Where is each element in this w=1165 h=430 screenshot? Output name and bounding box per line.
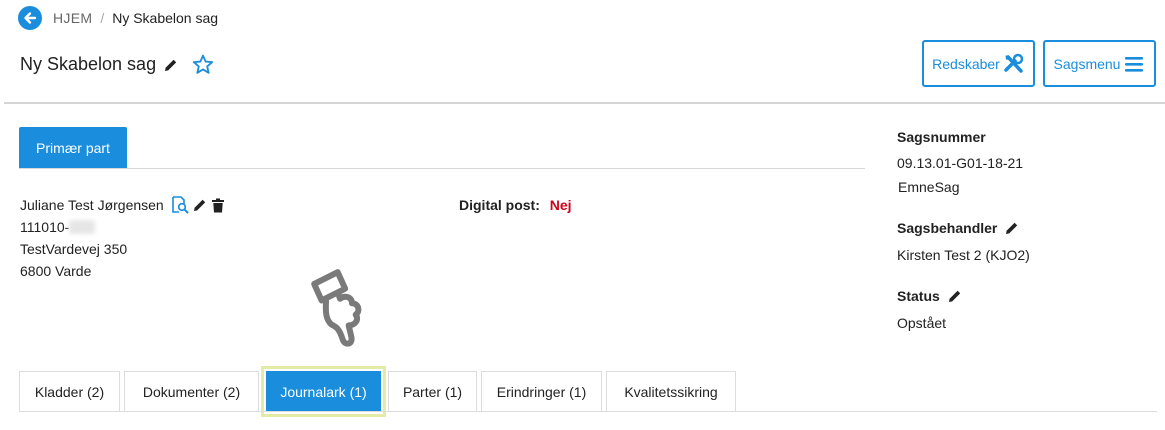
primary-party-tab[interactable]: Primær part <box>19 127 127 169</box>
favorite-button[interactable] <box>192 54 214 75</box>
search-document-icon <box>171 196 189 214</box>
party-divider <box>19 168 865 169</box>
star-icon <box>193 54 214 74</box>
party-cpr: 111010- <box>20 219 70 235</box>
back-button[interactable] <box>18 6 42 30</box>
sagsbehandler-label: Sagsbehandler <box>897 216 1030 240</box>
status-label-text: Status <box>897 288 940 304</box>
menu-icon <box>1125 56 1144 72</box>
tools-icon <box>1004 53 1024 73</box>
delete-party-button[interactable] <box>211 198 225 213</box>
tab-parter[interactable]: Parter (1) <box>388 371 477 412</box>
breadcrumb-home-link[interactable]: HJEM <box>53 10 92 26</box>
case-type: EmneSag <box>898 179 960 195</box>
trash-icon <box>211 198 224 212</box>
pencil-icon <box>193 199 205 211</box>
page-title-row: Ny Skabelon sag <box>20 54 214 75</box>
pencil-icon <box>165 59 177 71</box>
sagsmenu-label: Sagsmenu <box>1053 55 1121 72</box>
tab-dokumenter[interactable]: Dokumenter (2) <box>124 371 259 412</box>
header-divider <box>4 102 1165 104</box>
pencil-icon <box>948 290 960 302</box>
tabs-divider <box>19 411 1157 412</box>
breadcrumb: HJEM / Ny Skabelon sag <box>18 6 218 30</box>
sagsbehandler-label-text: Sagsbehandler <box>897 220 998 236</box>
pointing-hand-icon <box>300 268 376 360</box>
cpr-redacted <box>69 220 96 234</box>
party-city: 6800 Varde <box>20 263 92 279</box>
party-info: Juliane Test Jørgensen 111010- TestVarde… <box>20 194 225 282</box>
redskaber-label: Redskaber <box>932 55 1000 72</box>
edit-sagsbehandler-button[interactable] <box>1005 221 1019 235</box>
sagsnummer-label: Sagsnummer <box>897 126 1030 148</box>
digital-post: Digital post: Nej <box>459 194 572 216</box>
case-details-panel: Sagsnummer 09.13.01-G01-18-21 EmneSag Sa… <box>897 126 1030 335</box>
party-address: TestVardevej 350 <box>20 241 128 257</box>
redskaber-button[interactable]: Redskaber <box>922 40 1035 87</box>
edit-status-button[interactable] <box>948 289 962 303</box>
tab-erindringer[interactable]: Erindringer (1) <box>481 371 602 412</box>
digital-post-label: Digital post: <box>459 197 540 213</box>
sagsmenu-button[interactable]: Sagsmenu <box>1043 40 1156 87</box>
breadcrumb-current: Ny Skabelon sag <box>112 10 219 26</box>
edit-title-button[interactable] <box>164 58 178 72</box>
tab-kvalitetssikring[interactable]: Kvalitetssikring <box>606 371 736 412</box>
view-party-button[interactable] <box>171 196 189 214</box>
sagsnummer-value: 09.13.01-G01-18-21 <box>897 155 1024 171</box>
status-value: Opstået <box>897 315 947 331</box>
page-title: Ny Skabelon sag <box>20 54 157 74</box>
edit-party-button[interactable] <box>193 198 207 212</box>
sagsnummer-label-text: Sagsnummer <box>897 129 986 145</box>
pencil-icon <box>1006 222 1018 234</box>
digital-post-value: Nej <box>549 197 572 213</box>
sagsbehandler-value: Kirsten Test 2 (KJO2) <box>897 247 1030 263</box>
party-name: Juliane Test Jørgensen <box>20 197 164 213</box>
case-tabs: Kladder (2) Dokumenter (2) Journalark (1… <box>19 366 740 417</box>
arrow-left-icon <box>24 12 37 24</box>
tab-journalark[interactable]: Journalark (1) <box>261 366 386 417</box>
breadcrumb-separator: / <box>100 10 105 26</box>
status-label: Status <box>897 284 1030 308</box>
tab-kladder[interactable]: Kladder (2) <box>19 371 120 412</box>
